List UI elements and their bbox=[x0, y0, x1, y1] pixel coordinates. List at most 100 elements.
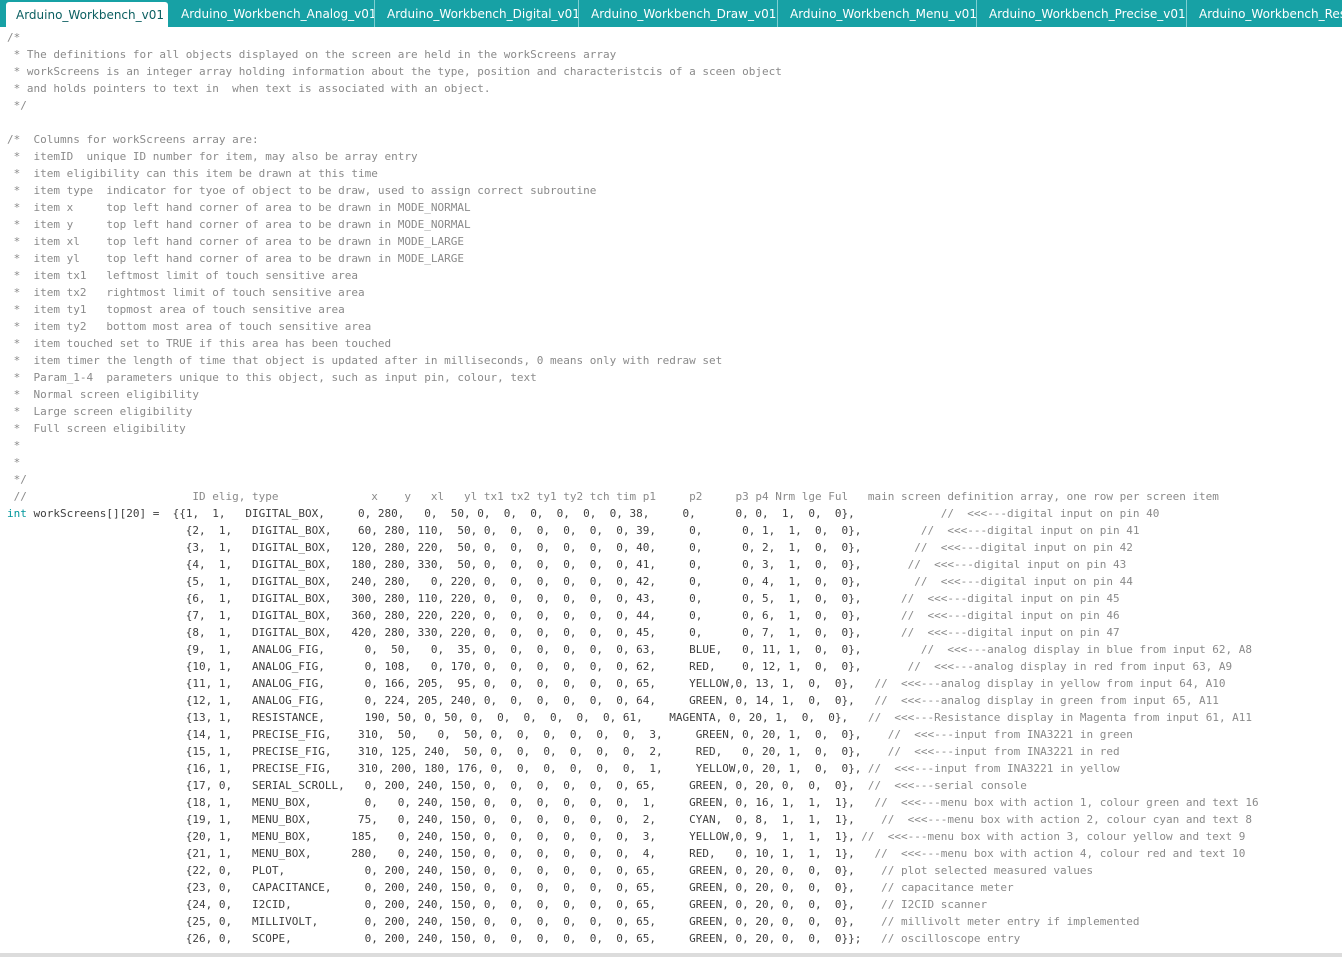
code-line: */ bbox=[7, 99, 27, 112]
code-token: {21, 1, MENU_BOX, 280, 0, 240, 150, 0, 0… bbox=[7, 847, 855, 860]
code-token: {25, 0, MILLIVOLT, 0, 200, 240, 150, 0, … bbox=[7, 915, 855, 928]
comment-token: // <<<---menu box with action 3, colour … bbox=[854, 830, 1246, 843]
code-line: {13, 1, RESISTANCE, 190, 50, 0, 50, 0, 0… bbox=[7, 709, 1252, 726]
code-line: * item type indicator for tyoe of object… bbox=[7, 184, 597, 197]
code-line: // ID elig, type x y xl yl tx1 tx2 ty1 t… bbox=[7, 488, 1219, 505]
code-line: {8, 1, DIGITAL_BOX, 420, 280, 330, 220, … bbox=[7, 624, 1120, 641]
comment-token: // ID elig, type x y xl yl tx1 tx2 ty1 t… bbox=[7, 490, 1219, 503]
code-line: * Large screen eligibility bbox=[7, 405, 193, 418]
code-line: * itemID unique ID number for item, may … bbox=[7, 150, 418, 163]
code-token: {8, 1, DIGITAL_BOX, 420, 280, 330, 220, … bbox=[7, 626, 862, 639]
tab-arduino-workbench-digital-v01[interactable]: Arduino_Workbench_Digital_v01 bbox=[375, 0, 579, 27]
tab-arduino-workbench-analog-v01[interactable]: Arduino_Workbench_Analog_v01 bbox=[169, 0, 375, 27]
code-line: {6, 1, DIGITAL_BOX, 300, 280, 110, 220, … bbox=[7, 590, 1120, 607]
comment-token: // <<<---analog display in green from in… bbox=[854, 694, 1219, 707]
code-line: * item touched set to TRUE if this area … bbox=[7, 337, 392, 350]
comment-token: // <<<---menu box with action 4, colour … bbox=[854, 847, 1246, 860]
comment-token: // I2CID scanner bbox=[854, 898, 988, 911]
code-line: * item ty1 topmost area of touch sensiti… bbox=[7, 303, 345, 316]
code-line: /* Columns for workScreens array are: bbox=[7, 133, 259, 146]
comment-token: // <<<---serial console bbox=[854, 779, 1027, 792]
code-line: {25, 0, MILLIVOLT, 0, 200, 240, 150, 0, … bbox=[7, 913, 1140, 930]
comment-token: // capacitance meter bbox=[854, 881, 1014, 894]
code-line: * item eligibility can this item be draw… bbox=[7, 167, 378, 180]
code-line: {20, 1, MENU_BOX, 185, 0, 240, 150, 0, 0… bbox=[7, 828, 1246, 845]
code-token: {24, 0, I2CID, 0, 200, 240, 150, 0, 0, 0… bbox=[7, 898, 855, 911]
code-line: * item ty2 bottom most area of touch sen… bbox=[7, 320, 372, 333]
comment-token: // <<<---digital input on pin 44 bbox=[861, 575, 1133, 588]
comment-token: // <<<---digital input on pin 40 bbox=[854, 507, 1160, 520]
code-token: {5, 1, DIGITAL_BOX, 240, 280, 0, 220, 0,… bbox=[7, 575, 862, 588]
code-line: * and holds pointers to text in when tex… bbox=[7, 82, 491, 95]
code-line: {12, 1, ANALOG_FIG, 0, 224, 205, 240, 0,… bbox=[7, 692, 1219, 709]
code-line: {26, 0, SCOPE, 0, 200, 240, 150, 0, 0, 0… bbox=[7, 930, 1020, 947]
code-line: {23, 0, CAPACITANCE, 0, 200, 240, 150, 0… bbox=[7, 879, 1014, 896]
code-line: {3, 1, DIGITAL_BOX, 120, 280, 220, 50, 0… bbox=[7, 539, 1133, 556]
comment-token: // <<<---digital input on pin 46 bbox=[861, 609, 1120, 622]
comment-token: // <<<---digital input on pin 41 bbox=[861, 524, 1140, 537]
code-token: {12, 1, ANALOG_FIG, 0, 224, 205, 240, 0,… bbox=[7, 694, 855, 707]
code-line: * bbox=[7, 456, 21, 469]
code-token: {17, 0, SERIAL_SCROLL, 0, 200, 240, 150,… bbox=[7, 779, 855, 792]
code-token: {16, 1, PRECISE_FIG, 310, 200, 180, 176,… bbox=[7, 762, 862, 775]
comment-token: // <<<---digital input on pin 47 bbox=[861, 626, 1120, 639]
code-token: {6, 1, DIGITAL_BOX, 300, 280, 110, 220, … bbox=[7, 592, 862, 605]
code-line: * item y top left hand corner of area to… bbox=[7, 218, 471, 231]
comment-token: // <<<---analog display in blue from inp… bbox=[861, 643, 1253, 656]
code-editor[interactable]: /* * The definitions for all objects dis… bbox=[0, 29, 1342, 953]
comment-token: // <<<---menu box with action 1, colour … bbox=[854, 796, 1259, 809]
code-line: {21, 1, MENU_BOX, 280, 0, 240, 150, 0, 0… bbox=[7, 845, 1246, 862]
code-line: int workScreens[][20] = {{1, 1, DIGITAL_… bbox=[7, 505, 1159, 522]
code-line: {9, 1, ANALOG_FIG, 0, 50, 0, 35, 0, 0, 0… bbox=[7, 641, 1252, 658]
code-line: {10, 1, ANALOG_FIG, 0, 108, 0, 170, 0, 0… bbox=[7, 658, 1232, 675]
tab-arduino-workbench-draw-v01[interactable]: Arduino_Workbench_Draw_v01 bbox=[579, 0, 778, 27]
code-token: {26, 0, SCOPE, 0, 200, 240, 150, 0, 0, 0… bbox=[7, 932, 862, 945]
tab-arduino-workbench-menu-v01[interactable]: Arduino_Workbench_Menu_v01 bbox=[778, 0, 977, 27]
comment-token: // <<<---digital input on pin 45 bbox=[861, 592, 1120, 605]
code-line: * bbox=[7, 439, 21, 452]
code-token: {22, 0, PLOT, 0, 200, 240, 150, 0, 0, 0,… bbox=[7, 864, 855, 877]
code-token: {19, 1, MENU_BOX, 75, 0, 240, 150, 0, 0,… bbox=[7, 813, 855, 826]
code-line: * workScreens is an integer array holdin… bbox=[7, 65, 782, 78]
code-token: {3, 1, DIGITAL_BOX, 120, 280, 220, 50, 0… bbox=[7, 541, 862, 554]
comment-token: // <<<---Resistance display in Magenta f… bbox=[848, 711, 1253, 724]
code-token: {9, 1, ANALOG_FIG, 0, 50, 0, 35, 0, 0, 0… bbox=[7, 643, 862, 656]
code-line: * Param_1-4 parameters unique to this ob… bbox=[7, 371, 537, 384]
keyword-token: int bbox=[7, 507, 27, 520]
code-line: {14, 1, PRECISE_FIG, 310, 50, 0, 50, 0, … bbox=[7, 726, 1133, 743]
comment-token: // <<<---analog display in red from inpu… bbox=[861, 660, 1233, 673]
comment-token: // <<<---input from INA3221 in red bbox=[861, 745, 1120, 758]
code-line: {24, 0, I2CID, 0, 200, 240, 150, 0, 0, 0… bbox=[7, 896, 987, 913]
code-token: {11, 1, ANALOG_FIG, 0, 166, 205, 95, 0, … bbox=[7, 677, 855, 690]
editor-bottom-border bbox=[0, 953, 1342, 957]
comment-token: // <<<---menu box with action 2, colour … bbox=[854, 813, 1253, 826]
code-line: {16, 1, PRECISE_FIG, 310, 200, 180, 176,… bbox=[7, 760, 1120, 777]
comment-token: // plot selected measured values bbox=[854, 864, 1094, 877]
code-token: {20, 1, MENU_BOX, 185, 0, 240, 150, 0, 0… bbox=[7, 830, 855, 843]
code-token: {10, 1, ANALOG_FIG, 0, 108, 0, 170, 0, 0… bbox=[7, 660, 862, 673]
code-token: {14, 1, PRECISE_FIG, 310, 50, 0, 50, 0, … bbox=[7, 728, 862, 741]
code-token: workScreens[][20] = {{1, 1, DIGITAL_BOX,… bbox=[26, 507, 855, 520]
tab-arduino-workbench-v01[interactable]: Arduino_Workbench_v01 bbox=[6, 2, 168, 27]
code-line: {15, 1, PRECISE_FIG, 310, 125, 240, 50, … bbox=[7, 743, 1120, 760]
code-line: {7, 1, DIGITAL_BOX, 360, 280, 220, 220, … bbox=[7, 607, 1120, 624]
code-token: {2, 1, DIGITAL_BOX, 60, 280, 110, 50, 0,… bbox=[7, 524, 862, 537]
tab-arduino-workbench-precise-v01[interactable]: Arduino_Workbench_Precise_v01 bbox=[977, 0, 1187, 27]
tab-arduino-workbench-resi[interactable]: Arduino_Workbench_Resi bbox=[1187, 0, 1342, 27]
code-line: */ bbox=[7, 473, 27, 486]
code-line: * item yl top left hand corner of area t… bbox=[7, 252, 464, 265]
code-token: {4, 1, DIGITAL_BOX, 180, 280, 330, 50, 0… bbox=[7, 558, 862, 571]
code-token: {23, 0, CAPACITANCE, 0, 200, 240, 150, 0… bbox=[7, 881, 855, 894]
code-line: * The definitions for all objects displa… bbox=[7, 48, 617, 61]
code-token: {13, 1, RESISTANCE, 190, 50, 0, 50, 0, 0… bbox=[7, 711, 849, 724]
code-line: {11, 1, ANALOG_FIG, 0, 166, 205, 95, 0, … bbox=[7, 675, 1226, 692]
comment-token: // millivolt meter entry if implemented bbox=[854, 915, 1140, 928]
code-line: * Full screen eligibility bbox=[7, 422, 186, 435]
code-line: {18, 1, MENU_BOX, 0, 0, 240, 150, 0, 0, … bbox=[7, 794, 1259, 811]
comment-token: // <<<---digital input on pin 43 bbox=[861, 558, 1127, 571]
code-line: * Normal screen eligibility bbox=[7, 388, 200, 401]
code-line: * item x top left hand corner of area to… bbox=[7, 201, 471, 214]
code-line: * item tx1 leftmost limit of touch sensi… bbox=[7, 269, 358, 282]
code-token: {15, 1, PRECISE_FIG, 310, 125, 240, 50, … bbox=[7, 745, 862, 758]
comment-token: // <<<---input from INA3221 in yellow bbox=[861, 762, 1120, 775]
